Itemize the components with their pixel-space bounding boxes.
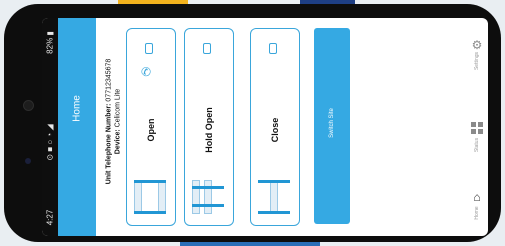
gate-bar <box>258 180 290 183</box>
nav-home[interactable]: ⌂ Home <box>466 186 488 226</box>
gate-post <box>270 180 278 214</box>
gate-bar <box>134 180 166 183</box>
switch-site-label: Switch Site <box>329 108 335 138</box>
gate-hold-icon <box>192 180 224 214</box>
switch-site-button[interactable]: Switch Site <box>314 28 350 224</box>
gate-bar <box>192 186 224 189</box>
action-label: Hold Open <box>204 107 214 153</box>
status-icons: ⊙ ■ ○ ◔ ◢ <box>45 124 55 161</box>
handset-icon: ✆ <box>141 65 152 79</box>
gate-close-icon <box>258 180 290 214</box>
status-bar: 4:27 ⊙ ■ ○ ◔ ◢ 82% ▮ <box>42 18 58 236</box>
close-button[interactable]: Close <box>250 28 300 226</box>
page-title: Home <box>71 95 83 122</box>
gate-open-icon <box>134 180 166 214</box>
nav-settings[interactable]: ⚙ Settings <box>466 34 488 74</box>
proximity-sensor <box>25 158 31 164</box>
nav-label: Status <box>474 137 480 153</box>
hold-open-button[interactable]: Hold Open <box>184 28 234 226</box>
bottom-nav: ⚙ Settings Status ⌂ Home <box>466 18 488 236</box>
device-label: Device: <box>114 129 122 155</box>
unit-telephone-number: Unit Telephone Number: 07712345678 <box>106 47 113 197</box>
action-label: Close <box>270 117 280 143</box>
device-value: Celicom Lite <box>114 88 122 128</box>
battery-indicator: 82% ▮ <box>45 31 55 54</box>
telephone-label: Unit Telephone Number: <box>105 103 113 185</box>
nav-label: Settings <box>474 51 480 71</box>
telephone-value: 07712345678 <box>105 58 113 102</box>
mobile-phone-icon <box>269 43 277 54</box>
gate-post <box>134 180 142 214</box>
mobile-phone-icon <box>203 43 211 54</box>
action-label: Open <box>146 118 156 142</box>
open-button[interactable]: ✆ Open <box>126 28 176 226</box>
gate-bar <box>134 211 166 214</box>
app-screen: 4:27 ⊙ ■ ○ ◔ ◢ 82% ▮ Home Unit Telephone… <box>42 18 488 236</box>
gate-bar <box>258 211 290 214</box>
app-header: Home <box>58 18 96 236</box>
phone-frame: 4:27 ⊙ ■ ○ ◔ ◢ 82% ▮ Home Unit Telephone… <box>4 4 501 242</box>
status-time: 4:27 <box>45 209 55 226</box>
nav-label: Home <box>474 206 480 220</box>
mobile-phone-icon <box>145 43 153 54</box>
device-info: Device: Celicom Lite <box>115 47 122 197</box>
nav-status[interactable]: Status <box>466 118 488 158</box>
front-camera <box>23 100 34 111</box>
gate-bar <box>192 204 224 207</box>
gate-post <box>158 180 166 214</box>
